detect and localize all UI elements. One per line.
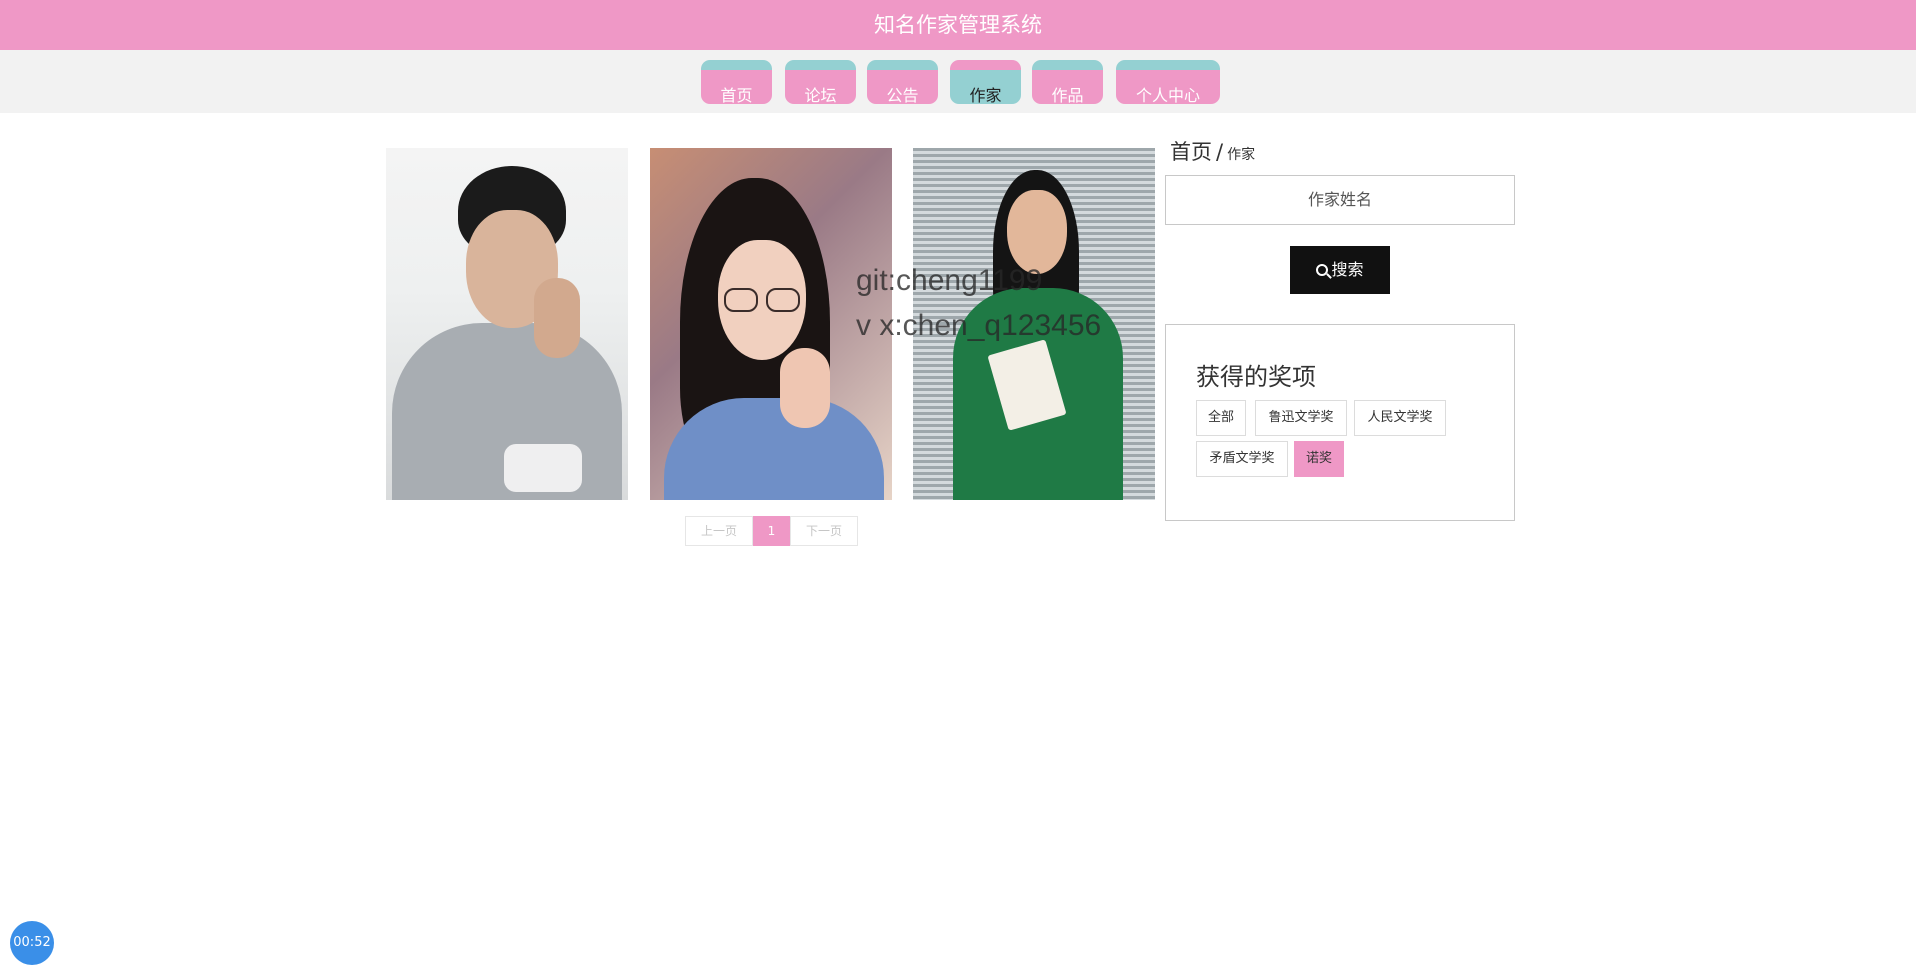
nav-notice[interactable]: 公告 [867, 60, 938, 105]
award-tag-luxun[interactable]: 鲁迅文学奖 [1255, 400, 1347, 436]
writer-card[interactable] [650, 148, 892, 500]
breadcrumb-home[interactable]: 首页 [1170, 140, 1212, 164]
prev-page-button[interactable]: 上一页 [685, 516, 753, 546]
search-button-label: 搜索 [1331, 260, 1364, 279]
app-title: 知名作家管理系统 [874, 13, 1042, 37]
award-tag-renmin[interactable]: 人民文学奖 [1354, 400, 1446, 436]
award-tag-all[interactable]: 全部 [1196, 400, 1246, 436]
award-tag-maodun[interactable]: 矛盾文学奖 [1196, 441, 1288, 477]
recording-timer: 00:52 [10, 921, 54, 965]
search-icon [1316, 264, 1329, 276]
writer-photo [650, 148, 892, 500]
writer-name-search-input[interactable]: 作家姓名 [1165, 175, 1515, 225]
breadcrumb-current: 作家 [1227, 147, 1256, 163]
writer-photo [386, 148, 628, 500]
award-tag-nobel[interactable]: 诺奖 [1294, 441, 1344, 477]
writer-card[interactable] [913, 148, 1155, 500]
awards-title: 获得的奖项 [1196, 363, 1316, 391]
writer-photo [913, 148, 1155, 500]
awards-filter-panel: 获得的奖项 全部 鲁迅文学奖 人民文学奖 矛盾文学奖 诺奖 [1165, 324, 1515, 521]
nav-writers[interactable]: 作家 [950, 60, 1021, 105]
breadcrumb: 首页 / 作家 [1170, 136, 1255, 166]
writer-card[interactable] [386, 148, 628, 500]
top-header: 知名作家管理系统 [0, 0, 1916, 50]
search-button[interactable]: 搜索 [1290, 246, 1390, 294]
breadcrumb-separator: / [1216, 140, 1224, 164]
nav-home[interactable]: 首页 [701, 60, 772, 105]
main-nav: 首页 论坛 公告 作家 作品 个人中心 [0, 50, 1916, 113]
pagination: 上一页 1 下一页 [685, 516, 858, 546]
page-number[interactable]: 1 [753, 516, 790, 546]
nav-profile[interactable]: 个人中心 [1116, 60, 1220, 105]
nav-forum[interactable]: 论坛 [785, 60, 856, 105]
nav-works[interactable]: 作品 [1032, 60, 1103, 105]
next-page-button[interactable]: 下一页 [790, 516, 858, 546]
